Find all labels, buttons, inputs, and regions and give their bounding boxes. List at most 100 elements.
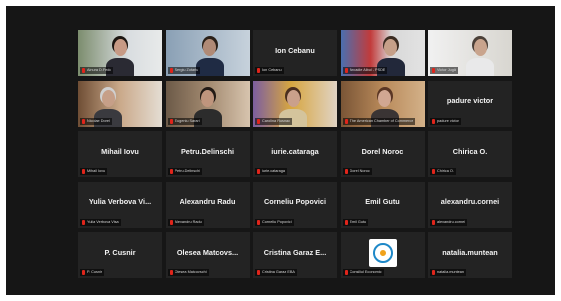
participant-name-label: iurie.cataraga [255,168,288,175]
participant-tile[interactable]: Victor Jugă [428,30,512,76]
participant-tile[interactable]: Corneliu Popovici Corneliu Popovici [253,181,337,228]
participant-name-label: Corneliu Popovici [255,218,294,226]
participant-name: Petru.Delinschi [174,169,201,173]
participant-tile[interactable]: Ion Cebanu Ion Cebanu [253,30,337,76]
participant-display-name: padure victor [446,96,494,105]
participant-name-label: Nicolae Dorel [80,117,112,125]
muted-mic-icon [257,270,260,275]
participant-name-label: Alexandru Radu [167,218,204,226]
participant-tile[interactable]: Yulia Verbova Vi... Yulia Verbova Visa [78,181,162,228]
participant-name: Chirica O. [437,169,454,173]
participant-name: Corneliu Popovici [262,219,292,224]
participant-name-label: Petru.Delinschi [167,168,203,175]
participant-name: Yulia Verbova Visa [87,219,119,224]
participant-name: Eugeniu Sarari [174,118,200,123]
participant-tile[interactable]: Dorel Noroc Dorel Noroc [340,131,425,177]
participant-name: Consiliul Economic [349,270,382,274]
participant-tile[interactable]: Eugeniu Sarari [165,80,250,127]
participant-name: P. Cusnir [87,270,103,274]
participant-tile[interactable]: P. Cusnir P. Cusnir [78,232,162,278]
participant-tile[interactable]: Nicolae Dorel [78,80,162,127]
muted-mic-icon [344,270,348,275]
participant-name: natalia.muntean [437,270,465,274]
participant-name-label: Emil Gutu [342,218,369,226]
participant-tile[interactable]: Arcadie Albul - PSDE [340,30,425,76]
muted-mic-icon [169,169,173,174]
muted-mic-icon [257,169,260,174]
muted-mic-icon [82,169,85,174]
muted-mic-icon [82,118,85,124]
participant-gallery: Ainura D.Fedo Sergiu Zotariu Ion Cebanu Ion… [78,30,512,278]
muted-mic-icon [432,270,435,275]
participant-name-label: The American Chamber of Commerce [342,117,416,125]
participant-name-label: Mihail Iovu [80,168,108,175]
participant-tile[interactable]: Ainura D.Fedo [78,30,162,76]
participant-display-name: alexandru.cornei [440,197,500,206]
participant-display-name: Olesea Matcovs... [176,247,239,257]
participant-display-name: Mihail Iovu [101,146,139,156]
muted-mic-icon [432,169,435,174]
participant-name-label: Ainura D.Fedo [80,67,114,74]
muted-mic-icon [82,270,85,275]
participant-name-label: Dorel Noroc [342,168,372,175]
muted-mic-icon [344,219,348,225]
participant-figure [466,36,494,76]
participant-tile[interactable]: Sergiu Zotariu [165,30,250,76]
participant-display-name: natalia.muntean [442,247,498,257]
participant-name: Sergiu Zotariu [174,68,199,72]
participant-tile[interactable]: Petru.Delinschi Petru.Delinschi [165,131,250,177]
participant-name-label: Sergiu Zotariu [167,67,201,74]
participant-display-name: Ion Cebanu [275,45,315,55]
participant-tile[interactable]: iurie.cataraga iurie.cataraga [253,131,337,177]
participant-tile[interactable]: alexandru.cornei alexandru.cornei [428,181,512,228]
participant-name-label: Chirica O. [430,168,456,175]
participant-name-label: Arcadie Albul - PSDE [342,67,388,74]
participant-name-label: padure victor [430,117,461,125]
participant-name-label: alexandru.cornei [430,218,468,226]
participant-name-label: Olesea Matcovschi [167,269,209,276]
muted-mic-icon [169,270,173,275]
participant-display-name: P. Cusnir [104,247,136,257]
participant-tile[interactable]: The American Chamber of Commerce [340,80,425,127]
participant-tile[interactable]: natalia.muntean natalia.muntean [428,232,512,278]
participant-name-label: Eugeniu Sarari [167,117,202,125]
muted-mic-icon [169,219,173,225]
participant-name: iurie.cataraga [262,169,286,173]
participant-name: Nicolae Dorel [87,118,110,123]
participant-name: Alexandru Radu [174,219,202,224]
participant-tile[interactable]: Olesea Matcovs... Olesea Matcovschi [165,232,250,278]
participant-tile[interactable]: Cristina Garaz E... Cristina Garaz EBA [253,232,337,278]
muted-mic-icon [169,118,173,124]
participant-display-name: Corneliu Popovici [263,197,327,206]
muted-mic-icon [82,219,85,225]
participant-display-name: Petru.Delinschi [180,146,235,156]
muted-mic-icon [432,219,435,225]
participant-tile[interactable]: Alexandru Radu Alexandru Radu [165,181,250,228]
participant-tile[interactable]: Emil Gutu Emil Gutu [340,181,425,228]
participant-name-label: natalia.muntean [430,269,467,276]
participant-display-name: Dorel Noroc [361,146,404,156]
participant-name: padure victor [437,118,459,123]
video-conference-window: Ainura D.Fedo Sergiu Zotariu Ion Cebanu Ion… [6,6,555,295]
organization-logo [368,238,397,267]
muted-mic-icon [169,68,173,73]
muted-mic-icon [257,68,260,73]
muted-mic-icon [82,68,85,73]
muted-mic-icon [344,118,348,124]
participant-tile[interactable]: Mihail Iovu Mihail Iovu [78,131,162,177]
participant-name-label: Victor Jugă [430,67,458,74]
muted-mic-icon [257,118,260,124]
participant-name-label: Carolina Rusnac [255,117,293,125]
participant-tile[interactable]: Carolina Rusnac [253,80,337,127]
participant-name: Ainura D.Fedo [87,68,112,72]
participant-name: Emil Gutu [349,219,367,224]
participant-name-label: Consiliul Economic [342,269,384,276]
participant-name: Ion Cebanu [262,68,282,72]
participant-name: Dorel Noroc [349,169,370,173]
participant-tile[interactable]: padure victor padure victor [428,80,512,127]
participant-tile[interactable]: Chirica O. Chirica O. [428,131,512,177]
participant-name-label: Yulia Verbova Visa [80,218,121,226]
participant-name-label: Ion Cebanu [255,67,284,74]
participant-tile[interactable]: Consiliul Economic [340,232,425,278]
participant-display-name: Cristina Garaz E... [263,247,327,257]
